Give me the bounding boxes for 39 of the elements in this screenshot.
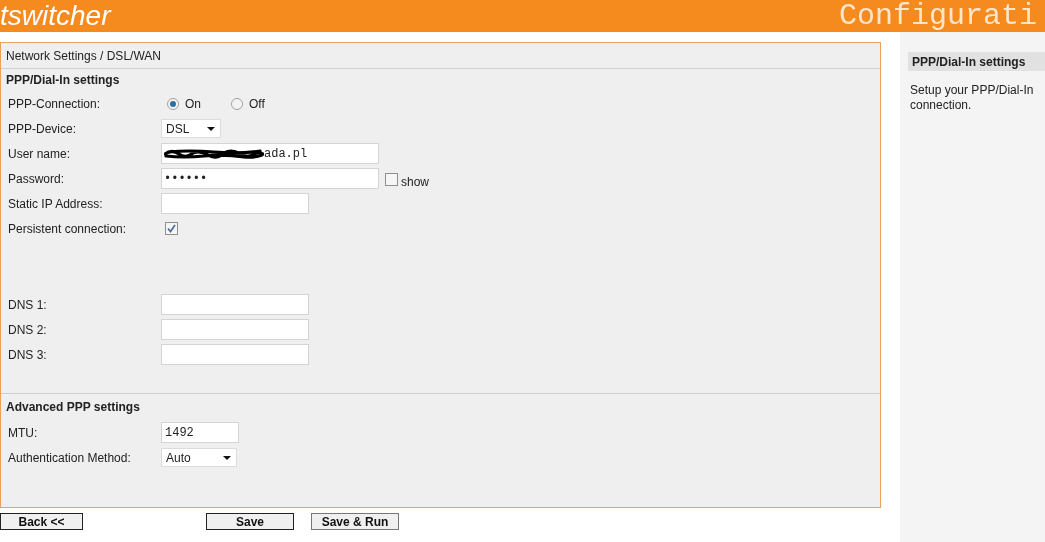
help-text: Setup your PPP/Dial-In connection.: [910, 83, 1035, 113]
caret-icon: [207, 126, 215, 131]
input-field[interactable]: [161, 294, 309, 315]
logo-text: tswitcher: [0, 2, 111, 30]
field-label: DNS 1:: [8, 297, 47, 312]
select[interactable]: DSL: [161, 119, 221, 138]
form-button[interactable]: Back <<: [0, 513, 83, 530]
field-label: DNS 3:: [8, 347, 47, 362]
input-field[interactable]: 1492: [161, 422, 239, 443]
field-label: PPP-Device:: [8, 121, 77, 136]
select[interactable]: Auto: [161, 448, 237, 467]
caret-icon: [223, 455, 231, 460]
input-field[interactable]: [161, 193, 309, 214]
form-button[interactable]: Save: [206, 513, 294, 530]
checkbox[interactable]: [165, 222, 178, 235]
input-field[interactable]: ada.pl: [161, 143, 379, 164]
checkbox[interactable]: [385, 173, 398, 186]
input-field[interactable]: [161, 319, 309, 340]
field-label: Static IP Address:: [8, 196, 103, 211]
input-field[interactable]: [161, 344, 309, 365]
radio-option[interactable]: On: [161, 94, 225, 113]
field-label: DNS 2:: [8, 322, 47, 337]
field-label: Persistent connection:: [8, 221, 127, 236]
form-button[interactable]: Save & Run: [311, 513, 399, 530]
field-label: PPP-Connection:: [8, 96, 101, 111]
radio-icon[interactable]: [167, 97, 179, 110]
checkbox-label: show: [401, 173, 429, 191]
section-heading: Advanced PPP settings: [6, 399, 140, 416]
field-label: User name:: [8, 146, 71, 161]
field-label: MTU:: [8, 425, 38, 440]
help-title: PPP/Dial-In settings: [908, 52, 1045, 71]
password-field[interactable]: ••••••: [161, 168, 379, 189]
radio-option[interactable]: Off: [225, 94, 289, 113]
field-label: Authentication Method:: [8, 450, 131, 465]
breadcrumb: Network Settings / DSL/WAN: [6, 47, 161, 65]
section-heading: PPP/Dial-In settings: [6, 72, 120, 89]
field-label: Password:: [8, 171, 65, 186]
radio-icon[interactable]: [231, 97, 243, 110]
page-title: Configurati: [838, 1, 1038, 31]
